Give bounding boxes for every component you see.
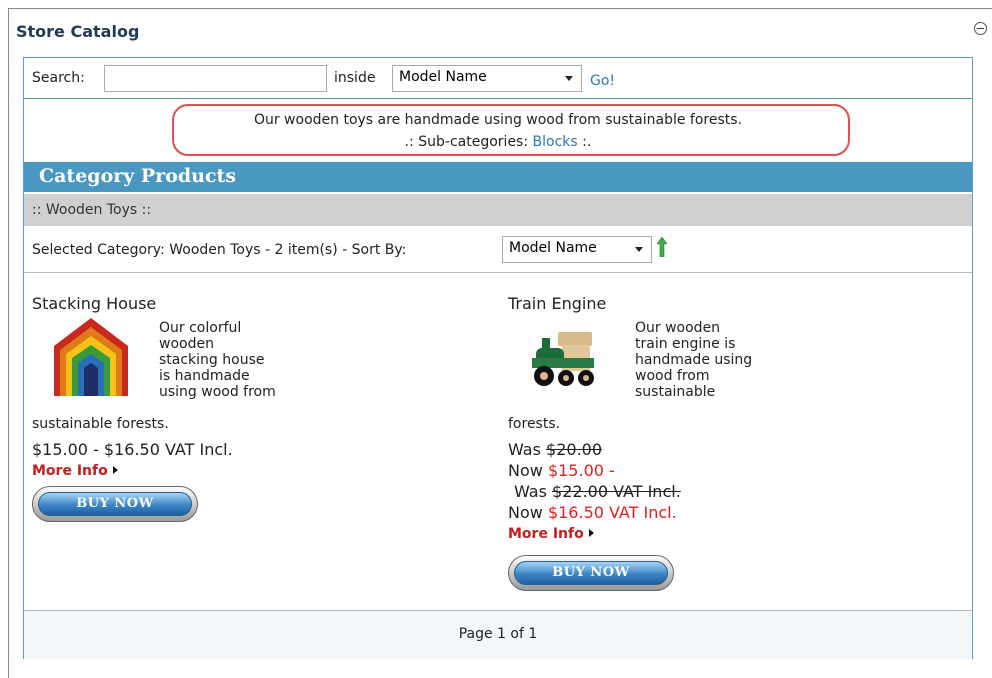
product-description: Our colorful wooden stacking house is ha… (159, 320, 276, 400)
catalog-panel: Search: inside Model Name Go! Our wooden… (23, 57, 973, 659)
search-field-select[interactable]: Model Name (392, 65, 582, 92)
buy-now-label: BUY NOW (38, 492, 192, 516)
subcategory-link-blocks[interactable]: Blocks (533, 134, 578, 150)
now-price: $15.00 (547, 461, 604, 480)
description-line: Our colorful (159, 320, 242, 336)
more-info-link[interactable]: More Info (508, 526, 594, 542)
description-line: forests. (508, 416, 561, 432)
more-info-link[interactable]: More Info (32, 463, 118, 479)
description-line: handmade using (635, 352, 753, 368)
inside-label: inside (334, 70, 376, 86)
category-description: Our wooden toys are handmade using wood … (24, 98, 972, 162)
search-label: Search: (32, 70, 85, 86)
now-label: Now (508, 461, 548, 480)
search-field-value: Model Name (399, 69, 487, 85)
price-was: Was $20.00 (508, 440, 602, 459)
price-was-vat: Was $22.00 VAT Incl. (514, 482, 681, 501)
was-label: Was (514, 482, 553, 501)
subcategories-suffix: :. (577, 134, 592, 150)
category-products-bar: Category Products (24, 162, 972, 192)
breadcrumb: :: Wooden Toys :: (24, 194, 972, 226)
price-now: Now $15.00 - (508, 461, 615, 480)
sort-select[interactable]: Model Name (502, 236, 652, 263)
description-text: Our wooden toys are handmade using wood … (253, 112, 743, 128)
price-dash: - (603, 461, 615, 480)
description-line: wooden (159, 336, 214, 352)
product-image-train-engine[interactable] (528, 328, 600, 390)
search-input[interactable] (104, 65, 327, 92)
was-price: $20.00 (546, 440, 603, 459)
product-image-stacking-house[interactable] (52, 316, 130, 398)
sort-value: Model Name (509, 240, 597, 256)
description-line: using wood from (159, 384, 276, 400)
description-line: sustainable forests. (32, 416, 169, 432)
sort-row: Selected Category: Wooden Toys - 2 item(… (24, 226, 972, 273)
buy-now-button[interactable]: BUY NOW (508, 555, 674, 591)
description-line: stacking house (159, 352, 265, 368)
chevron-down-icon (635, 247, 643, 252)
subcategories-line: .: Sub-categories: Blocks :. (24, 134, 972, 150)
triangle-right-icon (112, 466, 118, 474)
buy-now-label: BUY NOW (514, 561, 668, 585)
chevron-down-icon (565, 76, 573, 81)
description-line: Our wooden (635, 320, 721, 336)
collapse-icon[interactable] (974, 22, 987, 35)
sort-label: Selected Category: Wooden Toys - 2 item(… (32, 242, 407, 258)
pagination: Page 1 of 1 (24, 610, 972, 659)
pagination-text: Page 1 of 1 (458, 626, 538, 642)
product-price: $15.00 - $16.50 VAT Incl. (32, 440, 233, 459)
more-info-label: More Info (508, 526, 584, 542)
go-link[interactable]: Go! (590, 73, 615, 89)
was-label: Was (508, 440, 547, 459)
buy-now-button[interactable]: BUY NOW (32, 486, 198, 522)
page-title: Store Catalog (16, 22, 140, 41)
category-products-title: Category Products (39, 165, 237, 187)
now-price: $16.50 VAT Incl. (547, 503, 677, 522)
more-info-label: More Info (32, 463, 108, 479)
product-description: Our wooden train engine is handmade usin… (635, 320, 752, 400)
breadcrumb-text: :: Wooden Toys :: (32, 202, 152, 218)
triangle-right-icon (588, 529, 594, 537)
description-line: train engine is (635, 336, 736, 352)
price-now-vat: Now $16.50 VAT Incl. (508, 503, 677, 522)
now-label: Now (508, 503, 548, 522)
search-row: Search: inside Model Name Go! (24, 58, 972, 99)
sort-ascending-icon[interactable] (657, 237, 667, 257)
subcategories-prefix: .: Sub-categories: (404, 134, 533, 150)
product-title[interactable]: Stacking House (32, 294, 156, 313)
was-price: $22.00 VAT Incl. (552, 482, 681, 501)
description-line: is handmade (159, 368, 250, 384)
description-line: sustainable (635, 384, 716, 400)
product-title[interactable]: Train Engine (508, 294, 606, 313)
description-line: wood from (635, 368, 710, 384)
